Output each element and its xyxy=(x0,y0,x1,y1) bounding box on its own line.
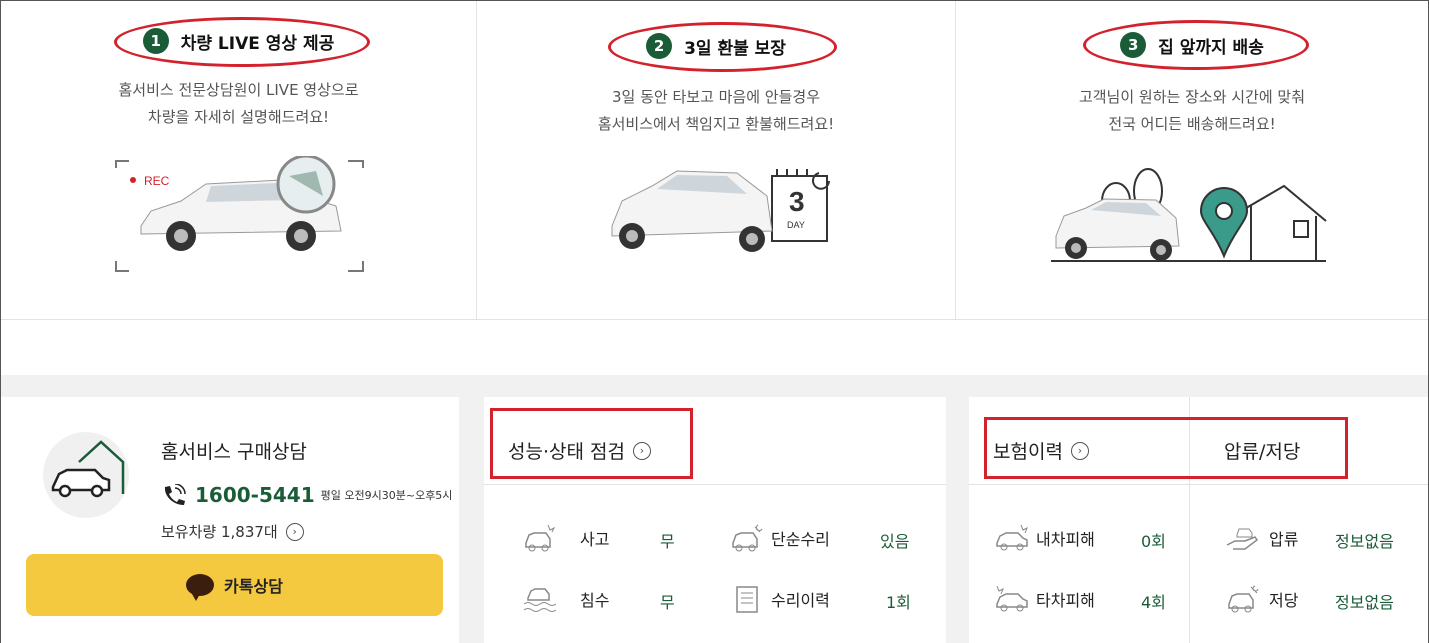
feature-desc: 고객님이 원하는 장소와 시간에 맞춰 전국 어디든 배송해드려요! xyxy=(956,84,1428,138)
desc-line: 3일 동안 타보고 마음에 안들경우 xyxy=(611,88,821,106)
item-label: 수리이력 xyxy=(771,591,830,610)
stock-count-link[interactable]: 보유차량 1,837대 › xyxy=(161,521,304,542)
calendar-number: 3 xyxy=(789,186,805,217)
mortgage-car-icon xyxy=(1228,585,1259,613)
inspection-item-simple-repair: 단순수리 xyxy=(729,523,830,553)
item-label: 내차피해 xyxy=(1036,530,1095,549)
desc-line: 차량을 자세히 설명해드려요! xyxy=(147,108,330,126)
feature-title: 2 3일 환불 보장 xyxy=(477,33,955,59)
feature-title-text: 집 앞까지 배송 xyxy=(1158,37,1264,58)
chevron-right-circle-icon: › xyxy=(632,441,651,460)
phone-number[interactable]: 1600-5441 xyxy=(195,483,315,507)
consult-panel: 홈서비스 구매상담 1600-5441 평일 오전9시30분~오후5시 보유차량… xyxy=(1,397,459,643)
home-car-icon xyxy=(43,432,129,518)
seizure-mortgage-label: 압류/저당 xyxy=(1224,441,1301,463)
inspection-title-link[interactable]: 성능·상태 점검 › xyxy=(508,437,651,464)
feature-refund-guarantee: 2 3일 환불 보장 3일 동안 타보고 마음에 안들경우 홈서비스에서 책임지… xyxy=(477,1,956,319)
feature-title: 3 집 앞까지 배송 xyxy=(956,32,1428,58)
feature-title: 1 차량 LIVE 영상 제공 xyxy=(1,28,476,54)
item-value: 1회 xyxy=(886,593,911,612)
inspection-title: 성능·상태 점검 xyxy=(508,441,625,463)
kakao-consult-button[interactable]: 카톡상담 xyxy=(26,554,443,616)
insurance-item-mortgage: 저당 xyxy=(1225,584,1298,614)
desc-line: 전국 어디든 배송해드려요! xyxy=(1108,115,1276,133)
document-icon xyxy=(736,586,758,613)
desc-line: 홈서비스에서 책임지고 환불해드려요! xyxy=(597,115,835,133)
insurance-item-other-damage: 타차피해 xyxy=(994,584,1095,614)
inspection-item-accident: 사고 xyxy=(522,523,609,553)
seizure-mortgage-title: 압류/저당 xyxy=(1224,437,1300,464)
inspection-item-flood: 침수 xyxy=(522,584,609,614)
inspection-panel: 성능·상태 점검 › 사고 무 단순수리 있음 침수 무 수리이력 1회 xyxy=(484,397,946,643)
insurance-panel: 보험이력 › 압류/저당 내차피해 0회 압류 정보없음 타차피해 4회 저당 … xyxy=(969,397,1428,643)
item-value: 정보없음 xyxy=(1335,593,1394,612)
insurance-item-seizure: 압류 xyxy=(1225,523,1298,553)
step-number-badge: 2 xyxy=(646,33,673,59)
feature-live-video: 1 차량 LIVE 영상 제공 홈서비스 전문상담원이 LIVE 영상으로 차량… xyxy=(1,1,477,319)
feature-desc: 홈서비스 전문상담원이 LIVE 영상으로 차량을 자세히 설명해드려요! xyxy=(1,77,476,131)
live-video-car-illustration: REC xyxy=(115,156,364,272)
item-value: 무 xyxy=(660,532,675,551)
item-label: 압류 xyxy=(1269,530,1299,549)
business-hours: 평일 오전9시30분~오후5시 xyxy=(320,489,453,502)
seizure-hand-icon xyxy=(1226,528,1259,550)
insurance-title-link[interactable]: 보험이력 › xyxy=(993,437,1089,464)
item-value: 있음 xyxy=(880,532,910,551)
car-wrench-icon xyxy=(732,524,763,552)
chevron-right-circle-icon: › xyxy=(285,522,304,541)
desc-line: 홈서비스 전문상담원이 LIVE 영상으로 xyxy=(118,81,359,99)
item-value: 정보없음 xyxy=(1335,532,1394,551)
calendar-day: DAY xyxy=(787,220,805,230)
item-value: 0회 xyxy=(1141,532,1166,551)
kakao-bubble-icon xyxy=(186,574,215,601)
insurance-title: 보험이력 xyxy=(993,441,1063,463)
car-flood-icon xyxy=(523,588,556,612)
feature-title-text: 차량 LIVE 영상 제공 xyxy=(180,33,335,54)
inspection-item-repair-history: 수리이력 xyxy=(729,584,830,614)
home-delivery-illustration xyxy=(1051,168,1327,262)
kakao-button-label: 카톡상담 xyxy=(224,577,283,596)
item-value: 4회 xyxy=(1141,593,1166,612)
step-number-badge: 1 xyxy=(142,28,169,54)
service-features: 1 차량 LIVE 영상 제공 홈서비스 전문상담원이 LIVE 영상으로 차량… xyxy=(1,1,1428,320)
car-crash-icon xyxy=(525,524,556,552)
feature-desc: 3일 동안 타보고 마음에 안들경우 홈서비스에서 책임지고 환불해드려요! xyxy=(477,84,955,138)
desc-line: 고객님이 원하는 장소와 시간에 맞춰 xyxy=(1078,88,1306,106)
refund-car-calendar-illustration: 3 DAY xyxy=(611,169,830,252)
step-number-badge: 3 xyxy=(1120,32,1147,58)
item-label: 침수 xyxy=(580,591,610,610)
feature-home-delivery: 3 집 앞까지 배송 고객님이 원하는 장소와 시간에 맞춰 전국 어디든 배송… xyxy=(956,1,1428,319)
item-value: 무 xyxy=(660,593,675,612)
item-label: 단순수리 xyxy=(771,530,830,549)
stock-count: 보유차량 1,837대 xyxy=(161,523,278,541)
item-label: 타차피해 xyxy=(1036,591,1095,610)
feature-title-text: 3일 환불 보장 xyxy=(684,38,786,59)
phone-icon xyxy=(164,484,186,505)
item-label: 사고 xyxy=(580,530,610,549)
item-label: 저당 xyxy=(1269,591,1299,610)
other-car-damage-icon xyxy=(996,585,1028,612)
insurance-item-my-damage: 내차피해 xyxy=(994,523,1095,553)
phone-row[interactable]: 1600-5441 평일 오전9시30분~오후5시 xyxy=(161,483,452,507)
chevron-right-circle-icon: › xyxy=(1070,441,1089,460)
consult-title: 홈서비스 구매상담 xyxy=(161,441,307,463)
rec-label: REC xyxy=(144,174,170,188)
my-car-damage-icon xyxy=(996,524,1028,551)
